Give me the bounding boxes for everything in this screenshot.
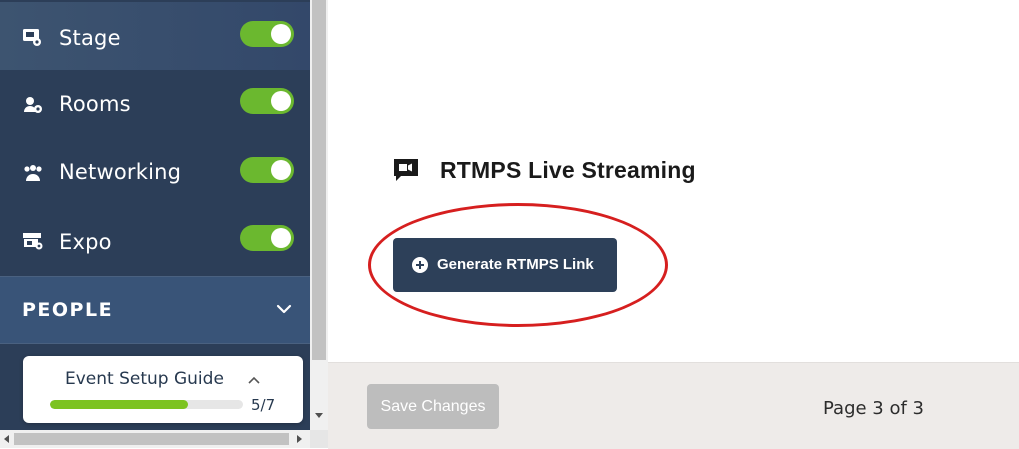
horizontal-scrollbar[interactable] xyxy=(0,430,310,448)
main-content: RTMPS Live Streaming Generate RTMPS Link… xyxy=(328,0,1019,449)
chevron-up-icon[interactable] xyxy=(248,372,260,384)
expo-icon xyxy=(22,230,44,252)
stage-toggle[interactable] xyxy=(240,21,294,47)
footer-bar: Save Changes Page 3 of 3 xyxy=(328,362,1019,449)
sidebar-item-label: Rooms xyxy=(59,92,131,116)
section-title: RTMPS Live Streaming xyxy=(440,157,696,183)
sidebar-item-networking[interactable]: Networking xyxy=(0,138,310,206)
rooms-toggle[interactable] xyxy=(240,88,294,114)
scroll-right-arrow-icon[interactable] xyxy=(297,435,302,443)
scroll-thumb[interactable] xyxy=(312,0,326,360)
generate-rtmps-link-button[interactable]: Generate RTMPS Link xyxy=(393,238,617,292)
progress-count: 5/7 xyxy=(251,396,276,414)
sidebar-item-stage[interactable]: Stage xyxy=(0,2,310,70)
plus-circle-icon xyxy=(412,257,428,273)
vertical-scrollbar[interactable] xyxy=(310,0,328,430)
divider xyxy=(0,343,310,344)
scroll-thumb[interactable] xyxy=(14,433,289,445)
section-label: PEOPLE xyxy=(22,299,114,321)
rooms-icon xyxy=(22,94,44,116)
stage-icon xyxy=(22,27,44,49)
button-label: Generate RTMPS Link xyxy=(437,256,594,273)
save-changes-button[interactable]: Save Changes xyxy=(367,384,499,429)
scroll-down-arrow-icon[interactable] xyxy=(315,413,323,418)
chevron-down-icon[interactable] xyxy=(276,301,292,317)
guide-title: Event Setup Guide xyxy=(65,369,224,389)
sidebar-item-label: Expo xyxy=(59,230,112,254)
expo-toggle[interactable] xyxy=(240,225,294,251)
scroll-left-arrow-icon[interactable] xyxy=(4,435,9,443)
event-setup-guide[interactable]: Event Setup Guide 5/7 xyxy=(23,356,303,423)
progress-fill xyxy=(50,400,188,409)
sidebar: Stage Rooms Networking Expo PEOPLE Event… xyxy=(0,0,310,430)
live-stream-icon xyxy=(392,157,420,183)
networking-icon xyxy=(22,162,44,184)
sidebar-item-label: Networking xyxy=(59,160,182,184)
sidebar-item-expo[interactable]: Expo xyxy=(0,206,310,274)
sidebar-section-people[interactable]: PEOPLE xyxy=(0,277,310,343)
networking-toggle[interactable] xyxy=(240,157,294,183)
scrollbar-corner xyxy=(310,430,328,448)
page-indicator: Page 3 of 3 xyxy=(823,398,924,419)
progress-bar xyxy=(50,400,243,409)
sidebar-item-rooms[interactable]: Rooms xyxy=(0,70,310,138)
sidebar-item-label: Stage xyxy=(59,26,121,50)
